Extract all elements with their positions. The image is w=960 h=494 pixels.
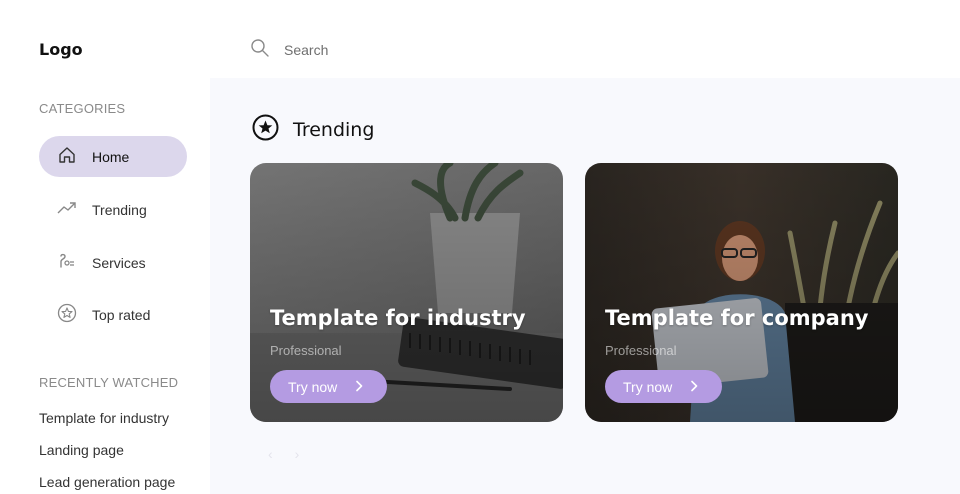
sidebar-item-trending[interactable]: Trending	[39, 189, 187, 230]
recently-watched-heading: RECENTLY WATCHED	[39, 375, 179, 390]
template-card-company[interactable]: Template for company Professional Try no…	[585, 163, 898, 422]
try-now-button[interactable]: Try now	[605, 370, 722, 403]
chevron-right-icon	[353, 379, 365, 395]
template-card-industry[interactable]: Template for industry Professional Try n…	[250, 163, 563, 422]
recent-link[interactable]: Lead generation page	[39, 474, 175, 490]
trending-icon	[57, 198, 77, 221]
sidebar-item-label: Trending	[92, 201, 147, 218]
star-icon	[57, 303, 77, 326]
try-now-button[interactable]: Try now	[270, 370, 387, 403]
section-title: Trending	[293, 119, 375, 141]
button-label: Try now	[288, 378, 338, 395]
recent-link[interactable]: Template for industry	[39, 410, 169, 426]
sidebar-item-label: Services	[92, 254, 146, 271]
sidebar-item-services[interactable]: Services	[39, 242, 187, 283]
star-circle-icon	[252, 114, 279, 146]
sidebar-item-home[interactable]: Home	[39, 136, 187, 177]
sidebar-item-label: Top rated	[92, 306, 151, 323]
button-label: Try now	[623, 378, 673, 395]
card-title: Template for industry	[270, 306, 526, 330]
sidebar-item-top-rated[interactable]: Top rated	[39, 294, 187, 335]
services-icon	[57, 251, 77, 274]
next-arrow-icon[interactable]: ›	[295, 446, 300, 462]
trending-header: Trending	[252, 114, 374, 146]
recent-link[interactable]: Landing page	[39, 442, 124, 458]
search-icon	[250, 38, 270, 63]
carousel-pager: ‹ ›	[268, 446, 299, 462]
card-title: Template for company	[605, 306, 869, 330]
search-input[interactable]: Search	[284, 42, 328, 58]
chevron-right-icon	[688, 379, 700, 395]
card-subtitle: Professional	[605, 343, 677, 358]
prev-arrow-icon[interactable]: ‹	[268, 446, 273, 462]
home-icon	[57, 145, 77, 168]
search-bar[interactable]: Search	[250, 38, 328, 62]
logo[interactable]: Logo	[39, 40, 83, 59]
card-subtitle: Professional	[270, 343, 342, 358]
sidebar-item-label: Home	[92, 148, 130, 165]
categories-heading: CATEGORIES	[39, 101, 126, 116]
